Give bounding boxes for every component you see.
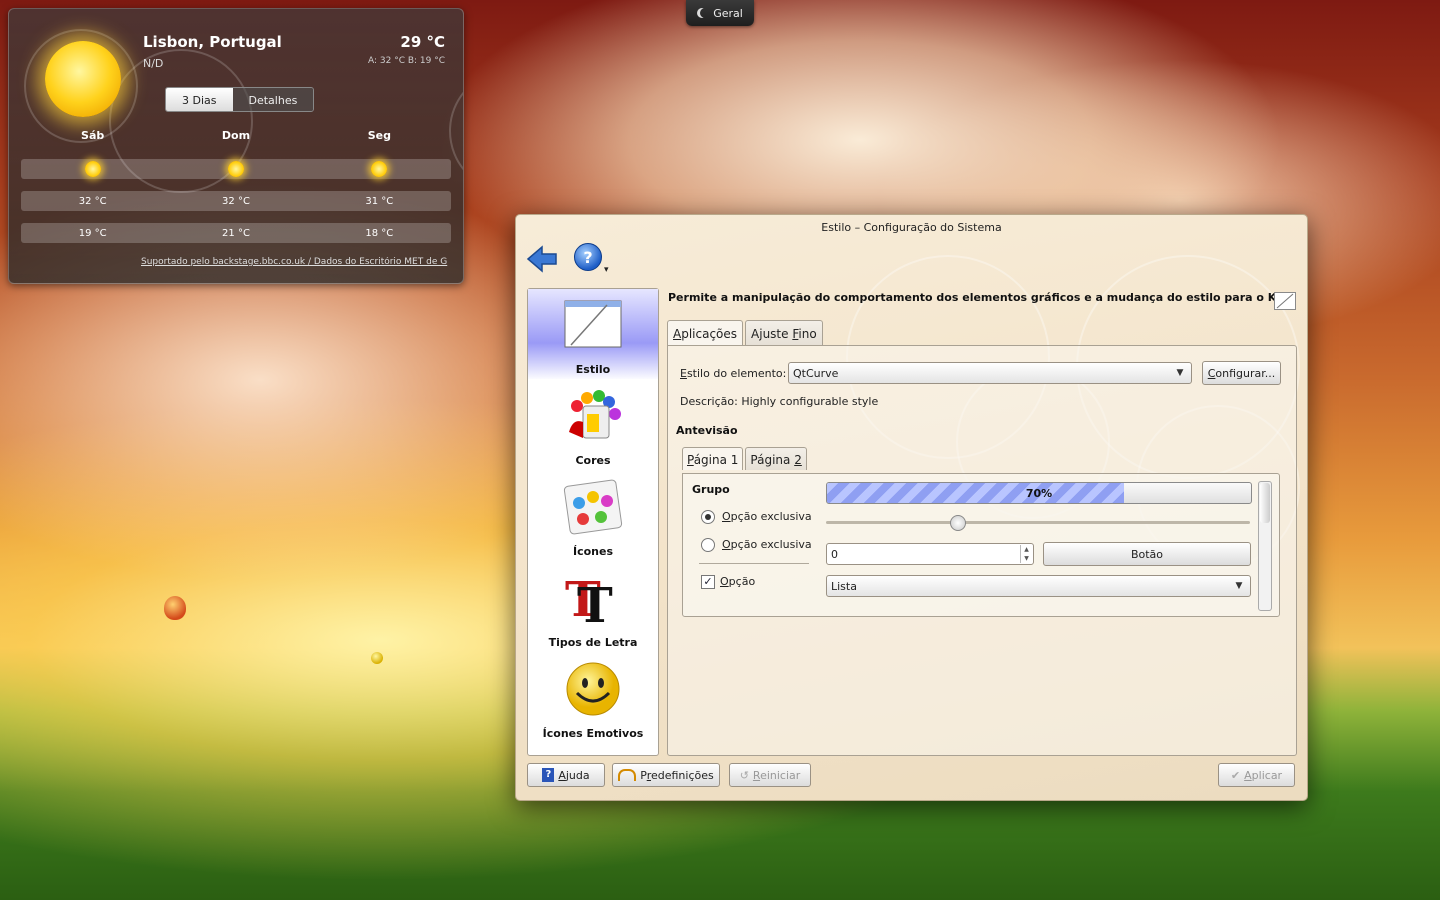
preview-list-combo[interactable]: Lista ▼ — [826, 575, 1251, 597]
decor-ring — [449, 69, 463, 193]
sidebar-item-colors[interactable]: Cores — [528, 380, 658, 470]
preview-title: Antevisão — [676, 424, 738, 437]
forecast-low: 19 °C — [78, 227, 107, 239]
chevron-down-icon: ▼ — [1176, 368, 1184, 378]
preview-tabs: Página 1 Página 2 — [682, 447, 807, 470]
help-menu-button[interactable]: ? ▾ — [574, 243, 609, 277]
weather-widget: Lisbon, Portugal N/D 29 °C A: 32 °C B: 1… — [8, 8, 464, 284]
chevron-down-icon: ▾ — [604, 265, 609, 275]
preview-spinbox[interactable]: 0 ▲ ▼ — [826, 543, 1034, 565]
sunny-icon — [84, 161, 101, 177]
reset-icon: ↺ — [739, 768, 749, 782]
help-button[interactable]: ? Ajuda — [527, 763, 605, 787]
forecast-high: 32 °C — [222, 195, 250, 207]
preview-progress-bar: 70% — [826, 482, 1252, 504]
style-window-icon — [564, 300, 622, 348]
forecast-high: 32 °C — [78, 195, 107, 207]
icons-palette-icon — [563, 479, 623, 535]
fonts-icon: T T — [565, 572, 613, 626]
tab-applications[interactable]: Aplicações — [667, 320, 744, 345]
tab-fine-tuning[interactable]: Ajuste Fino — [745, 320, 823, 345]
svg-text:T: T — [577, 578, 613, 626]
sidebar-item-emoticons[interactable]: Ícones Emotivos — [528, 653, 658, 743]
element-style-label: Estilo do elemento: — [680, 367, 787, 380]
style-description-text: Descrição: Highly configurable style — [680, 395, 879, 408]
progress-label: 70% — [1025, 487, 1053, 500]
back-arrow-icon — [526, 245, 557, 273]
preview-radio-2-label: Opção exclusiva — [722, 538, 812, 551]
preview-radio-2[interactable] — [701, 538, 715, 552]
weather-tabs: 3 Dias Detalhes — [165, 87, 315, 112]
sunny-icon — [227, 161, 244, 177]
sidebar-item-label: Estilo — [575, 363, 611, 376]
weather-condition: N/D — [143, 57, 164, 70]
forecast-low: 18 °C — [365, 227, 394, 239]
sidebar-item-fonts[interactable]: T T Tipos de Letra — [528, 562, 658, 652]
forecast-day: Seg — [367, 129, 391, 142]
module-sidebar: Estilo Cores Ícones T T Tipos de Letra Í… — [527, 288, 659, 756]
weather-hi-lo: A: 32 °C B: 19 °C — [367, 56, 445, 66]
sidebar-item-label: Cores — [575, 454, 611, 467]
hot-air-balloon-decor — [164, 596, 186, 620]
tab-3-days[interactable]: 3 Dias — [166, 88, 233, 111]
activity-moon-icon — [700, 8, 710, 18]
style-settings-dialog: Estilo – Configuração do Sistema ? ▾ Est… — [515, 214, 1308, 801]
sunny-weather-icon — [45, 41, 121, 117]
defaults-button[interactable]: Predefinições — [612, 763, 720, 787]
panel-tab-label: Geral — [713, 6, 743, 20]
reset-button[interactable]: ↺ Reiniciar — [729, 763, 811, 787]
forecast-day: Dom — [221, 129, 251, 142]
tab-preview-page-2[interactable]: Página 2 — [745, 447, 807, 470]
paint-bucket-icon — [569, 390, 621, 439]
spinbox-arrows[interactable]: ▲ ▼ — [1020, 545, 1032, 563]
spinbox-value: 0 — [831, 548, 838, 561]
preview-scrollbar[interactable] — [1258, 481, 1272, 611]
smiley-icon — [566, 662, 620, 716]
weather-location: Lisbon, Portugal — [143, 33, 282, 51]
sidebar-item-style[interactable]: Estilo — [528, 289, 658, 379]
sunny-icon — [371, 161, 388, 177]
preview-radio-1-label: Opção exclusiva — [722, 510, 812, 523]
scrollbar-handle[interactable] — [1260, 483, 1270, 523]
hot-air-balloon-decor — [371, 652, 383, 664]
help-icon: ? — [574, 243, 602, 271]
forecast-low: 21 °C — [222, 227, 250, 239]
configure-button[interactable]: Configurar... — [1202, 361, 1281, 385]
forecast-day-headers: Sáb Dom Seg — [21, 129, 451, 142]
preview-checkbox[interactable]: ✓ — [701, 575, 715, 589]
widget-style-combo[interactable]: QtCurve ▼ — [788, 362, 1192, 384]
list-combo-value: Lista — [831, 579, 857, 593]
sidebar-item-icons[interactable]: Ícones — [528, 471, 658, 561]
tab-preview-page-1[interactable]: Página 1 — [682, 447, 744, 470]
preview-button[interactable]: Botão — [1043, 542, 1251, 566]
forecast-day: Sáb — [81, 129, 105, 142]
widget-style-value: QtCurve — [793, 366, 839, 380]
back-button[interactable] — [526, 245, 560, 273]
panel-activity-tab[interactable]: Geral — [686, 0, 754, 26]
preview-radio-1[interactable] — [701, 510, 715, 524]
sidebar-item-label: Ícones — [572, 545, 613, 558]
forecast-high: 31 °C — [365, 195, 394, 207]
apply-check-icon: ✔ — [1230, 768, 1241, 782]
help-book-icon: ? — [542, 768, 555, 782]
tab-details[interactable]: Detalhes — [232, 88, 314, 111]
chevron-down-icon: ▼ — [1235, 581, 1243, 591]
sidebar-item-label: Tipos de Letra — [548, 636, 638, 649]
preview-slider-track[interactable] — [826, 521, 1250, 524]
module-description: Permite a manipulação do comportamento d… — [668, 291, 1293, 304]
forecast-lows-row: 19 °C 21 °C 18 °C — [21, 223, 451, 243]
preview-separator — [699, 563, 809, 564]
preview-checkbox-label: Opção — [720, 575, 756, 588]
preview-group-title: Grupo — [692, 483, 730, 496]
dialog-title: Estilo – Configuração do Sistema — [821, 221, 1002, 234]
settings-tabs: Aplicações Ajuste Fino — [667, 320, 823, 345]
weather-temperature: 29 °C — [400, 33, 445, 51]
defaults-icon — [618, 769, 637, 781]
style-preview-icon — [1274, 292, 1296, 310]
forecast-icons-row — [21, 159, 451, 179]
apply-button[interactable]: ✔ Aplicar — [1218, 763, 1295, 787]
sidebar-item-label: Ícones Emotivos — [542, 727, 644, 740]
forecast-highs-row: 32 °C 32 °C 31 °C — [21, 191, 451, 211]
weather-source-link[interactable]: Suportado pelo backstage.bbc.co.uk / Dad… — [141, 257, 451, 267]
